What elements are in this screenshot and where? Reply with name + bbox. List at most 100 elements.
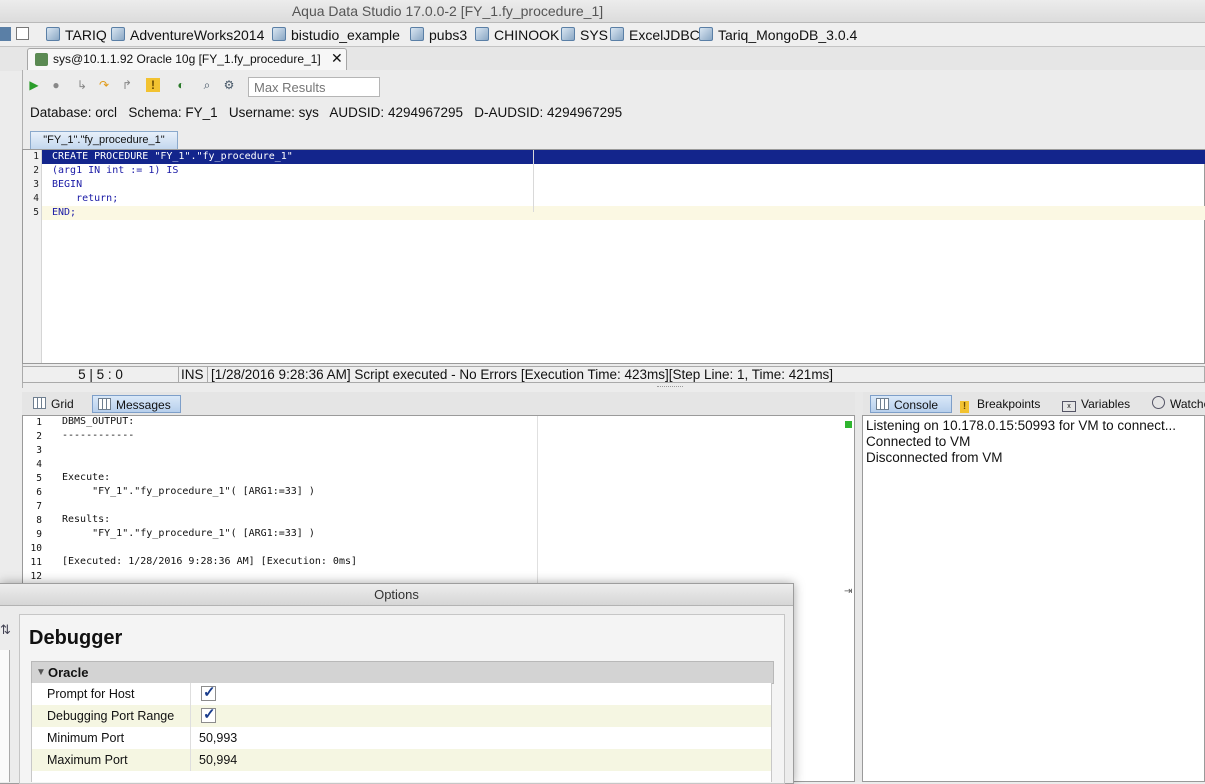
option-row-debugging-port-range: Debugging Port Range (31, 704, 772, 727)
audsid-value: 4294967295 (387, 105, 464, 120)
line-number: 3 (36, 445, 42, 456)
document-tab-label: sys@10.1.1.92 Oracle 10g [FY_1.fy_proced… (53, 52, 321, 66)
watches-icon (1152, 396, 1165, 409)
option-label: Maximum Port (47, 753, 128, 767)
status-indicator (845, 421, 852, 428)
line-number: 2 (36, 431, 42, 442)
message-line: ------------ (62, 430, 135, 441)
option-label: Prompt for Host (47, 687, 135, 701)
line-number: 4 (36, 459, 42, 470)
option-row-prompt-for-host: Prompt for Host (31, 682, 772, 705)
triangle-down-icon: ▼ (36, 667, 46, 678)
document-tab[interactable]: sys@10.1.1.92 Oracle 10g [FY_1.fy_proced… (27, 48, 347, 71)
close-icon[interactable]: ✕ (331, 50, 343, 67)
code-line[interactable]: CREATE PROCEDURE "FY_1"."fy_procedure_1" (52, 150, 293, 164)
bookmark-chinook[interactable]: CHINOOK (475, 26, 559, 44)
server-bookmark-bar: TARIQ AdventureWorks2014 bistudio_exampl… (0, 23, 1205, 47)
bookmark-bistudio-example[interactable]: bistudio_example (272, 26, 400, 44)
d-audsid-value: 4294967295 (547, 105, 623, 120)
line-number: 8 (36, 515, 42, 526)
sql-editor[interactable] (22, 149, 1205, 364)
options-dialog-title-bar[interactable]: Options (0, 584, 793, 606)
find-icon[interactable]: ⌕ (200, 78, 214, 92)
database-icon (475, 27, 489, 41)
line-number: 12 (30, 571, 42, 582)
message-line: Execute: (62, 472, 111, 483)
maximum-port-field[interactable]: 50,994 (199, 749, 237, 771)
bookmark-sys[interactable]: SYS (561, 26, 608, 44)
step-out-icon[interactable]: ↱ (120, 78, 134, 92)
option-label: Minimum Port (47, 731, 125, 745)
option-label: Debugging Port Range (47, 709, 175, 723)
database-value: orcl (95, 105, 118, 120)
insert-mode: INS (181, 367, 204, 382)
collapse-arrow-icon[interactable]: ⇥ (844, 586, 852, 597)
current-line-highlight (42, 206, 1205, 220)
prompt-for-host-checkbox[interactable] (201, 682, 216, 704)
tree-icon[interactable]: ⇅ (0, 622, 11, 638)
breakpoint-icon: ! (960, 401, 969, 413)
minimum-port-field[interactable]: 50,993 (199, 727, 237, 749)
grid-icon (33, 397, 46, 409)
username-value: sys (298, 105, 319, 120)
tab-variables[interactable]: x Variables (1062, 395, 1146, 413)
database-icon (699, 27, 713, 41)
schema-value: FY_1 (185, 105, 218, 120)
message-line: [Executed: 1/28/2016 9:28:36 AM] [Execut… (62, 556, 358, 567)
code-line[interactable]: END; (52, 206, 76, 220)
line-number: 9 (36, 529, 42, 540)
tab-watches[interactable]: Watches (1152, 395, 1205, 413)
warning-icon[interactable]: ! (146, 78, 160, 92)
oracle-group-header[interactable]: ▼ Oracle (31, 661, 774, 684)
console-line: Listening on 10.178.0.15:50993 for VM to… (866, 418, 1176, 433)
line-number: 5 (33, 207, 39, 218)
stop-icon[interactable]: ● (49, 78, 63, 92)
bookmark-tariq-mongodb[interactable]: Tariq_MongoDB_3.0.4 (699, 26, 857, 44)
splitter-handle[interactable] (657, 386, 683, 390)
run-icon[interactable]: ▶ (27, 78, 41, 92)
step-into-icon[interactable]: ↳ (75, 78, 89, 92)
max-results-input[interactable] (248, 77, 380, 97)
debugging-port-range-checkbox[interactable] (201, 704, 216, 726)
code-line[interactable]: return; (52, 192, 118, 206)
line-number: 6 (36, 487, 42, 498)
message-line: Results: (62, 514, 111, 525)
line-number: 1 (33, 151, 39, 162)
line-number: 4 (33, 193, 39, 204)
console-line: Connected to VM (866, 434, 971, 449)
database-icon (111, 27, 125, 41)
settings-icon[interactable]: ⚙ (222, 78, 236, 92)
options-category-tree[interactable] (0, 650, 10, 782)
console-pane[interactable] (862, 415, 1205, 782)
tab-grid[interactable]: Grid (30, 395, 83, 413)
variables-icon: x (1062, 401, 1076, 412)
option-row-maximum-port: Maximum Port 50,994 (31, 749, 772, 771)
message-line: DBMS_OUTPUT: (62, 416, 135, 427)
line-number: 5 (36, 473, 42, 484)
code-line[interactable]: BEGIN (52, 178, 82, 192)
tab-messages[interactable]: Messages (92, 395, 181, 413)
tab-console[interactable]: Console (870, 395, 952, 413)
window-title-bar: Aqua Data Studio 17.0.0-2 [FY_1.fy_proce… (0, 0, 1205, 23)
line-number: 3 (33, 179, 39, 190)
line-number: 7 (36, 501, 42, 512)
bookmark-exceljdbc[interactable]: ExcelJDBC (610, 26, 700, 44)
database-icon (272, 27, 286, 41)
code-line[interactable]: (arg1 IN int := 1) IS (52, 164, 178, 178)
bookmark-adventureworks2014[interactable]: AdventureWorks2014 (111, 26, 264, 44)
chart-icon[interactable] (16, 27, 29, 40)
option-row-minimum-port: Minimum Port 50,993 (31, 727, 772, 749)
print-margin-line (533, 150, 534, 212)
bookmark-tariq[interactable]: TARIQ (46, 26, 107, 44)
console-line: Disconnected from VM (866, 450, 1003, 465)
tab-breakpoints[interactable]: ! Breakpoints (960, 395, 1056, 413)
debug-icon[interactable]: ◐ (174, 78, 188, 92)
line-number: 11 (30, 557, 42, 568)
sidebar-toggle-icon[interactable] (0, 27, 11, 41)
window-title: Aqua Data Studio 17.0.0-2 [FY_1.fy_proce… (291, 3, 604, 19)
bookmark-pubs3[interactable]: pubs3 (410, 26, 467, 44)
step-over-icon[interactable]: ↷ (97, 78, 111, 92)
status-message: [1/28/2016 9:28:36 AM] Script executed -… (211, 367, 834, 382)
procedure-tab[interactable]: "FY_1"."fy_procedure_1" (30, 131, 178, 149)
editor-status-bar: 5 | 5 : 0 INS [1/28/2016 9:28:36 AM] Scr… (22, 366, 1205, 383)
